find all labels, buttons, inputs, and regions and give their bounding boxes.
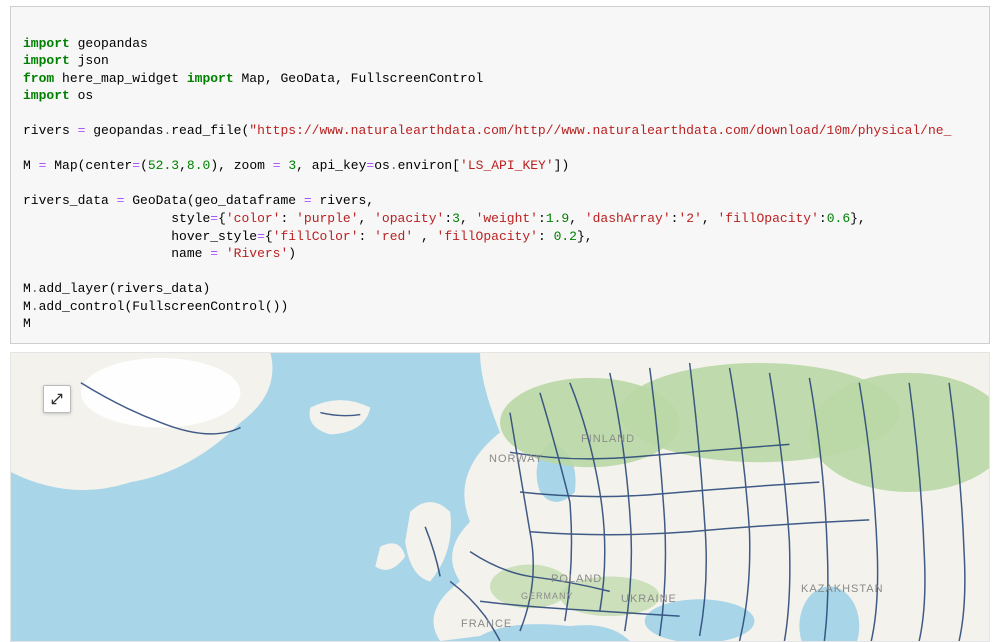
sp <box>218 246 226 261</box>
num: 0.6 <box>827 211 850 226</box>
colon: : <box>538 211 546 226</box>
mod: here_map_widget <box>54 71 187 86</box>
str: 'red' <box>374 229 413 244</box>
comma: , <box>460 211 476 226</box>
pad <box>23 229 171 244</box>
colon: : <box>359 229 375 244</box>
colon: : <box>538 229 554 244</box>
var: M <box>23 316 31 331</box>
op: = <box>257 229 265 244</box>
var: rivers <box>23 123 78 138</box>
kw-import: import <box>23 36 70 51</box>
pad <box>23 246 171 261</box>
fullscreen-icon <box>50 392 64 406</box>
str: 'LS_API_KEY' <box>460 158 554 173</box>
str: 'Rivers' <box>226 246 288 261</box>
str: '2' <box>678 211 701 226</box>
kwarg: hover_style <box>171 229 257 244</box>
var: M <box>23 299 31 314</box>
map-widget[interactable]: NORWAY FINLAND POLAND FRANCE GERMANY UKR… <box>10 352 990 642</box>
txt: ), zoom <box>210 158 272 173</box>
paren: ( <box>140 158 148 173</box>
str: 'color' <box>226 211 281 226</box>
kw-import: import <box>23 53 70 68</box>
kwarg: style <box>171 211 210 226</box>
call: add_layer(rivers_data) <box>39 281 211 296</box>
brace: { <box>265 229 273 244</box>
call: GeoData(geo_dataframe <box>124 193 303 208</box>
num: 52.3 <box>148 158 179 173</box>
var: M <box>23 158 39 173</box>
kw-from: from <box>23 71 54 86</box>
str: 'dashArray' <box>585 211 671 226</box>
str: 'fillOpacity' <box>717 211 818 226</box>
num: 3 <box>288 158 296 173</box>
var: M <box>23 281 31 296</box>
mod: json <box>70 53 109 68</box>
mod: os <box>70 88 93 103</box>
mod: Map, GeoData, FullscreenControl <box>234 71 484 86</box>
call: add_control(FullscreenControl()) <box>39 299 289 314</box>
comma: , <box>702 211 718 226</box>
str: 'opacity' <box>374 211 444 226</box>
paren: ) <box>288 246 296 261</box>
fullscreen-button[interactable] <box>43 385 71 413</box>
brace: }, <box>577 229 593 244</box>
call: Map(center <box>46 158 132 173</box>
brace: { <box>218 211 226 226</box>
str: 'fillOpacity' <box>437 229 538 244</box>
code-cell[interactable]: import geopandas import json from here_m… <box>10 6 990 344</box>
colon: : <box>280 211 296 226</box>
obj: os <box>374 158 390 173</box>
comma: , <box>413 229 436 244</box>
op: = <box>304 193 312 208</box>
op: = <box>273 158 281 173</box>
txt: , api_key <box>296 158 366 173</box>
kw-import: import <box>23 88 70 103</box>
num: 0.2 <box>554 229 577 244</box>
dot: . <box>31 299 39 314</box>
kw-import: import <box>187 71 234 86</box>
dot: . <box>390 158 398 173</box>
dot: . <box>31 281 39 296</box>
op: = <box>210 211 218 226</box>
op: = <box>132 158 140 173</box>
brace: }, <box>850 211 866 226</box>
op: = <box>210 246 218 261</box>
str: 'fillColor' <box>273 229 359 244</box>
comma: , <box>569 211 585 226</box>
comma: , <box>179 158 187 173</box>
comma: , <box>359 211 375 226</box>
kwarg: name <box>171 246 210 261</box>
str: 'weight' <box>476 211 538 226</box>
paren: ]) <box>554 158 570 173</box>
pad <box>23 211 171 226</box>
str: "https://www.naturalearthdata.com/http//… <box>249 123 951 138</box>
num: 3 <box>452 211 460 226</box>
call: read_file( <box>171 123 249 138</box>
var: rivers_data <box>23 193 117 208</box>
call: environ[ <box>398 158 460 173</box>
obj: geopandas <box>85 123 163 138</box>
colon: : <box>444 211 452 226</box>
txt: rivers, <box>312 193 374 208</box>
str: 'purple' <box>296 211 358 226</box>
mod: geopandas <box>70 36 148 51</box>
num: 1.9 <box>546 211 569 226</box>
num: 8.0 <box>187 158 210 173</box>
colon: : <box>819 211 827 226</box>
